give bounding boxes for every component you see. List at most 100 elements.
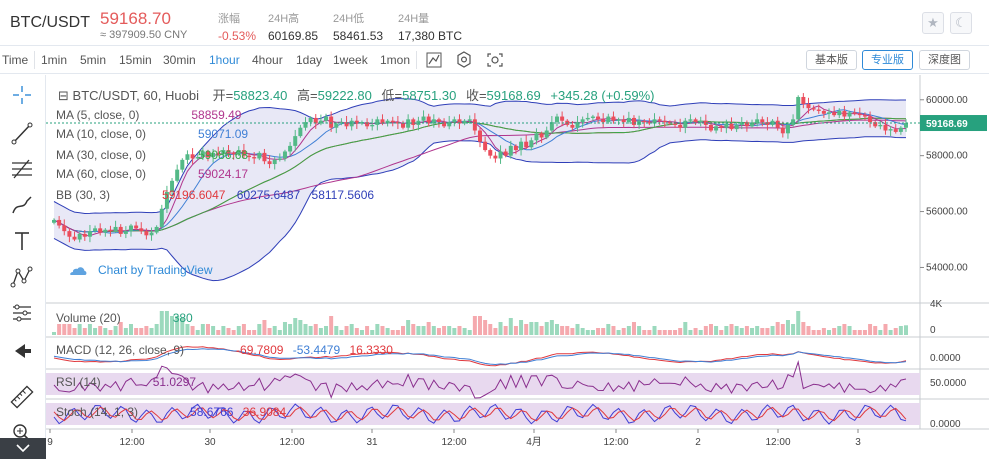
trendline-icon[interactable]	[5, 119, 39, 147]
timeframe-1min[interactable]: 1min	[41, 53, 67, 67]
volume-bar	[832, 328, 837, 335]
time-tick-label: 12:00	[279, 437, 304, 448]
time-tick-label: 12:00	[603, 437, 628, 448]
view-depth-button[interactable]: 深度图	[919, 50, 970, 70]
candle-body	[662, 120, 667, 123]
timeframe-1mon[interactable]: 1mon	[380, 53, 410, 67]
indicator-controls[interactable]	[152, 149, 192, 161]
volume-bar	[385, 328, 390, 335]
brush-icon[interactable]	[5, 191, 39, 219]
screenshot-icon[interactable]	[484, 50, 506, 70]
view-basic-button[interactable]: 基本版	[806, 50, 857, 70]
candle-body	[508, 145, 513, 156]
volume-bar	[796, 311, 801, 335]
stoch-legend[interactable]: Stoch (14, 1, 3) 58.6766 36.9084	[56, 405, 286, 419]
timeframe-1day[interactable]: 1day	[296, 53, 322, 67]
indicator-bb[interactable]: BB (30, 3) 59196.6047 60275.6487 58117.56…	[56, 188, 374, 202]
indicator-controls[interactable]	[107, 376, 147, 388]
timeframe-1week[interactable]: 1week	[333, 53, 368, 67]
indicator-controls[interactable]	[190, 344, 230, 356]
star-icon[interactable]: ★	[922, 12, 944, 34]
time-tick-label: 12:00	[119, 437, 144, 448]
candle-body	[775, 120, 780, 128]
volume-bar	[354, 328, 359, 335]
collapse-toolbar-button[interactable]	[0, 438, 46, 459]
volume-bar	[123, 328, 128, 335]
candle-body	[585, 117, 590, 120]
volume-bar	[139, 328, 144, 335]
candle-body	[796, 96, 801, 120]
chart-area[interactable]: 60000.00 58000.00 56000.00 54000.00 59168.69…	[46, 75, 989, 459]
chart-type-icon[interactable]	[423, 50, 445, 70]
candle-body	[329, 116, 334, 128]
candle-body	[750, 123, 755, 127]
candle-body	[72, 236, 77, 240]
indicator-ma60[interactable]: MA (60, close, 0) 59024.17	[56, 167, 248, 181]
volume-bar	[318, 328, 323, 335]
volume-bar	[221, 326, 226, 335]
time-tick-label: 31	[366, 437, 378, 448]
time-tick-label: 9	[47, 437, 53, 448]
stat-label: 24H量	[398, 13, 430, 25]
volume-bar	[134, 328, 139, 335]
fib-icon[interactable]	[5, 155, 39, 183]
candle-body	[683, 120, 688, 128]
candle-body	[642, 120, 647, 123]
collapse-legend-icon[interactable]: ⊟	[58, 88, 69, 103]
volume-bar	[411, 324, 416, 335]
timeframe-time[interactable]: Time	[2, 53, 28, 67]
volume-legend[interactable]: Volume (20) 380	[56, 311, 193, 325]
indicator-controls[interactable]	[127, 312, 167, 324]
stat-24h-volume: 24H量 17,380 BTC	[398, 10, 462, 43]
candle-body	[524, 141, 529, 148]
view-pro-button[interactable]: 专业版	[862, 50, 913, 70]
measure-icon[interactable]	[5, 299, 39, 327]
candle-body	[821, 110, 826, 114]
candle-body	[842, 110, 847, 117]
pane-axis-label: 0.0000	[930, 419, 961, 430]
volume-bar	[560, 326, 565, 335]
indicator-value: 36.9084	[242, 405, 287, 419]
timeframe-5min[interactable]: 5min	[80, 53, 106, 67]
timeframe-30min[interactable]: 30min	[163, 53, 196, 67]
price-tick-label: 56000.00	[926, 207, 968, 218]
indicator-controls[interactable]	[144, 406, 184, 418]
timeframe-4hour[interactable]: 4hour	[252, 53, 283, 67]
stat-24h-low: 24H低 58461.53	[333, 10, 383, 43]
candle-body	[560, 116, 565, 121]
settings-icon[interactable]	[453, 50, 475, 70]
arrow-left-icon[interactable]	[5, 337, 39, 365]
time-tick-label: 30	[204, 437, 216, 448]
candle-body	[611, 116, 616, 121]
indicator-controls[interactable]	[116, 189, 156, 201]
indicator-ma30[interactable]: MA (30, close, 0) 59086.68	[56, 148, 248, 162]
text-icon[interactable]	[5, 227, 39, 255]
candle-body	[678, 124, 683, 128]
ruler-icon[interactable]	[5, 383, 39, 411]
macd-legend[interactable]: MACD (12, 26, close, 9) -69.7809 -53.4479…	[56, 343, 393, 357]
volume-bar	[272, 326, 277, 335]
timeframe-15min[interactable]: 15min	[119, 53, 152, 67]
volume-bar	[616, 330, 621, 335]
candle-body	[827, 112, 832, 114]
volume-bar	[770, 326, 775, 335]
rsi-legend[interactable]: RSI (14) 51.0297	[56, 375, 196, 389]
volume-bar	[103, 328, 108, 335]
tradingview-watermark[interactable]: Chart by TradingView	[68, 263, 213, 277]
timeframe-1hour[interactable]: 1hour	[209, 53, 240, 67]
pattern-icon[interactable]	[5, 263, 39, 291]
crosshair-icon[interactable]	[5, 81, 39, 109]
indicator-controls[interactable]	[145, 109, 185, 121]
indicator-name: MA (10, close, 0)	[56, 127, 147, 141]
candle-body	[862, 115, 867, 117]
volume-bar	[580, 328, 585, 335]
indicator-ma5[interactable]: MA (5, close, 0) 58859.49	[56, 108, 241, 122]
volume-bar	[734, 326, 739, 335]
indicator-ma10[interactable]: MA (10, close, 0) 59071.09	[56, 127, 248, 141]
moon-icon[interactable]: ☾	[950, 12, 972, 34]
candle-body	[852, 112, 857, 114]
indicator-controls[interactable]	[152, 168, 192, 180]
indicator-controls[interactable]	[152, 128, 192, 140]
indicator-name: BB (30, 3)	[56, 188, 111, 202]
candle-body	[816, 109, 821, 111]
